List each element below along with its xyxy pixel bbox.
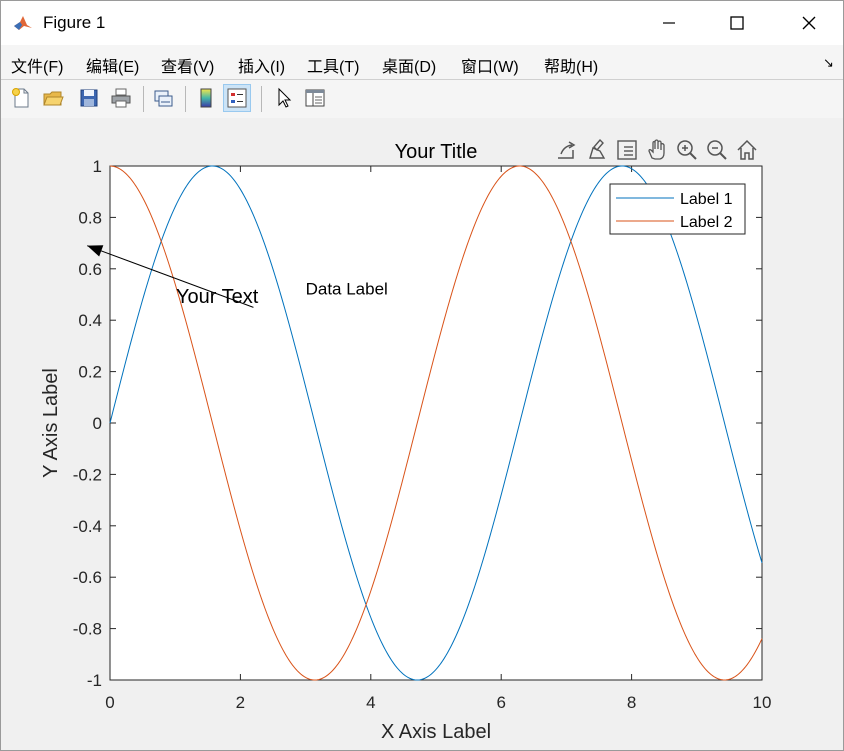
y-axis-label: Y Axis Label [40, 368, 62, 478]
pan-button[interactable] [644, 137, 670, 163]
y-tick-label: 0.2 [78, 363, 102, 382]
home-icon [737, 139, 757, 160]
legend-entry: Label 2 [680, 214, 733, 231]
legend-entry: Label 1 [680, 191, 733, 208]
zoom-in-button[interactable] [674, 137, 700, 163]
x-tick-label: 2 [236, 693, 245, 712]
y-tick-label: 1 [93, 157, 102, 176]
annotation-text[interactable]: Your Text [176, 286, 259, 308]
export-icon [558, 141, 576, 159]
zoom-out-icon [707, 140, 727, 160]
zoom-in-icon [677, 140, 697, 160]
y-tick-label: -0.4 [73, 517, 102, 536]
y-tick-label: -0.6 [73, 568, 102, 587]
zoom-out-button[interactable] [704, 137, 730, 163]
brush-icon [589, 138, 606, 159]
data-label-text[interactable]: Data Label [306, 280, 388, 299]
x-tick-label: 6 [496, 693, 505, 712]
axes-box[interactable] [109, 165, 763, 681]
data-tips-icon [617, 140, 637, 160]
y-tick-label: 0 [93, 414, 102, 433]
y-tick-label: -1 [87, 671, 102, 690]
y-tick-label: -0.2 [73, 465, 102, 484]
pan-icon [648, 139, 665, 160]
y-tick-label: 0.4 [78, 311, 102, 330]
x-axis-label: X Axis Label [381, 721, 491, 743]
x-tick-label: 0 [105, 693, 114, 712]
chart-title: Your Title [395, 141, 478, 163]
annotation-arrowhead [87, 245, 104, 257]
x-tick-label: 10 [753, 693, 772, 712]
y-tick-label: -0.8 [73, 620, 102, 639]
export-button[interactable] [554, 137, 580, 163]
y-tick-label: 0.6 [78, 260, 102, 279]
x-tick-label: 4 [366, 693, 375, 712]
legend[interactable]: Label 1 Label 2 [609, 183, 746, 235]
x-tick-label: 8 [627, 693, 636, 712]
brush-button[interactable] [585, 137, 611, 163]
home-button[interactable] [734, 137, 760, 163]
line-chart: 0 2 4 6 8 10-1-0.8-0.6-0.4-0.200.20.40.60.81 … [40, 141, 772, 743]
data-tips-button[interactable] [614, 137, 640, 163]
y-tick-label: 0.8 [78, 208, 102, 227]
